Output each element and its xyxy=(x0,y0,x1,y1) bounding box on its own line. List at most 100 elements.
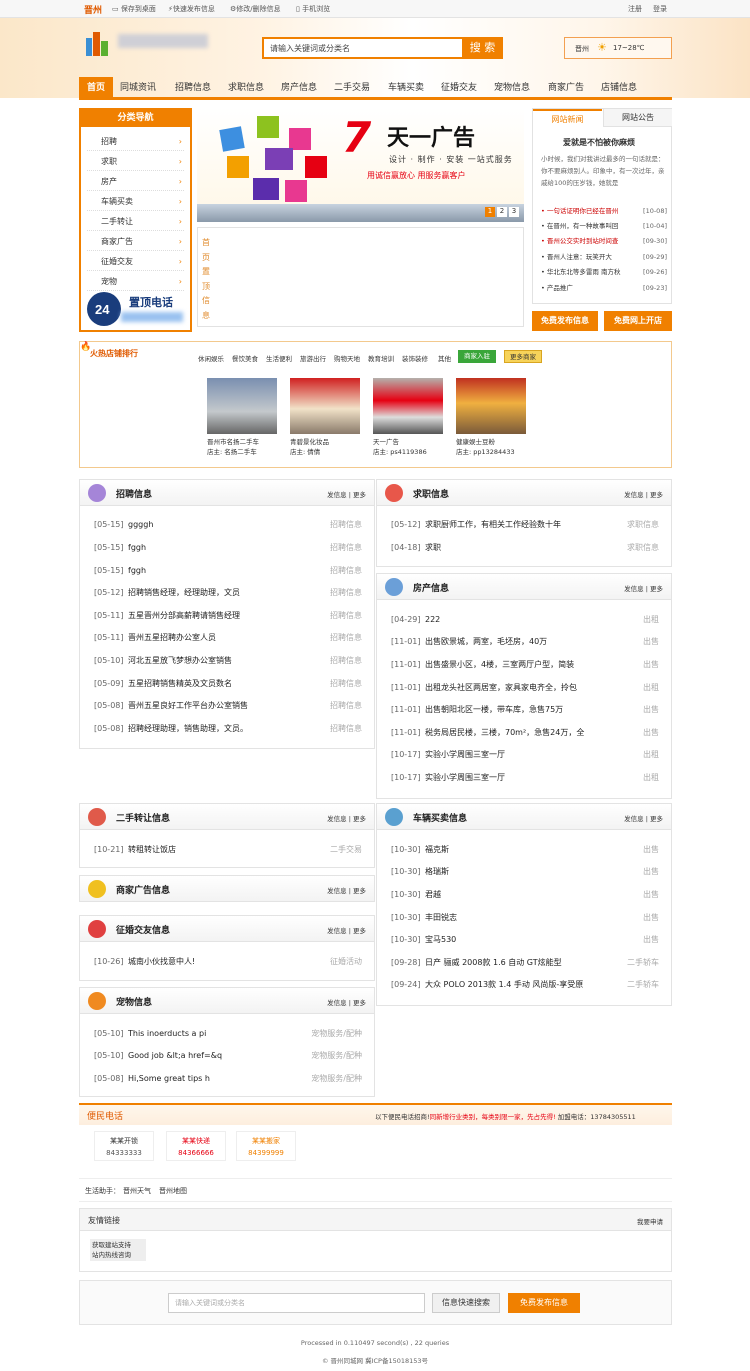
list-item[interactable]: [11-01] 出租龙头社区两居室，家具家电齐全，拎包 出租 xyxy=(377,677,671,699)
quick-post-link[interactable]: ⚡快速发布信息 xyxy=(168,4,215,14)
list-item[interactable]: [09-24] 大众 POLO 2013款 1.4 手动 风尚版-享受原 二手轿车 xyxy=(377,974,671,996)
list-item[interactable]: [05-08] 晋州五星良好工作平台办公室销售 招聘信息 xyxy=(80,695,374,717)
more-link[interactable]: 发信息 | 更多 xyxy=(327,997,366,1007)
category-item[interactable]: 二手转让 › xyxy=(87,212,184,231)
list-item[interactable]: [04-18] 求职 求职信息 xyxy=(377,537,671,559)
shop-card[interactable]: 青碧景化妆品 店主: 倩倩 xyxy=(290,378,360,456)
banner-page-1[interactable]: 1 xyxy=(485,207,495,217)
hotline-card[interactable]: 某某开锁 84333333 xyxy=(94,1131,154,1161)
news-item[interactable]: • 华北东北等多雷雨 南方秋 [09-26] xyxy=(541,265,667,280)
more-link[interactable]: 发信息 | 更多 xyxy=(327,813,366,823)
list-item[interactable]: [05-10] 河北五星放飞梦想办公室销售 招聘信息 xyxy=(80,650,374,672)
category-item[interactable]: 征婚交友 › xyxy=(87,252,184,271)
more-link[interactable]: 发信息 | 更多 xyxy=(624,813,663,823)
news-item[interactable]: • 产品推广 [09-23] xyxy=(541,281,667,296)
category-item[interactable]: 招聘 › xyxy=(87,132,184,151)
list-item[interactable]: [10-30] 格瑞斯 出售 xyxy=(377,861,671,883)
list-item[interactable]: [10-30] 福克斯 出售 xyxy=(377,839,671,861)
list-item[interactable]: [05-08] Hi,Some great tips h 宠物服务/配种 xyxy=(80,1068,374,1090)
bottom-post-button[interactable]: 免费发布信息 xyxy=(508,1293,580,1313)
friend-link-item[interactable]: 获取建站支持 站内热线咨询 xyxy=(90,1239,146,1261)
more-merchants-button[interactable]: 更多商家 xyxy=(504,350,542,363)
news-item[interactable]: • 一句话证明你已经在晋州 [10-08] xyxy=(541,204,667,219)
list-item[interactable]: [05-08] 招聘经理助理，销售助理，文员。 招聘信息 xyxy=(80,718,374,740)
mobile-link[interactable]: ▯ 手机浏览 xyxy=(296,4,330,14)
city-name[interactable]: 晋州 xyxy=(84,3,102,16)
list-item[interactable]: [10-17] 实验小学周围三室一厅 出租 xyxy=(377,767,671,789)
news-item[interactable]: • 晋州人注意：玩笑开大 [09-29] xyxy=(541,250,667,265)
list-item[interactable]: [05-15] ggggh 招聘信息 xyxy=(80,514,374,536)
list-item[interactable]: [09-28] 日产 骊威 2008款 1.6 自动 GT炫能型 二手轿车 xyxy=(377,952,671,974)
list-item[interactable]: [05-12] 求职厨师工作，有相关工作经验数十年 求职信息 xyxy=(377,514,671,536)
list-item[interactable]: [11-01] 出售朝阳北区一楼，带车库，急售75万 出售 xyxy=(377,699,671,721)
nav-car[interactable]: 车辆买卖 xyxy=(388,77,424,99)
list-item[interactable]: [05-11] 晋州五星招聘办公室人员 招聘信息 xyxy=(80,627,374,649)
list-item[interactable]: [11-01] 出售盛景小区，4楼，三室两厅户型，简装 出售 xyxy=(377,654,671,676)
shop-tag[interactable]: 装饰装修 xyxy=(402,353,428,363)
apply-link[interactable]: 我要申请 xyxy=(637,1216,663,1226)
banner-page-3[interactable]: 3 xyxy=(509,207,519,217)
weather-link[interactable]: 晋州天气 xyxy=(123,1179,151,1203)
list-item[interactable]: [11-01] 税务局居民楼，三楼，70m²，急售24万，全 出售 xyxy=(377,722,671,744)
search-button[interactable]: 搜 索 xyxy=(462,37,503,59)
news-item[interactable]: • 在晋州，有一种故事叫回 [10-04] xyxy=(541,219,667,234)
news-headline[interactable]: 爱就是不怕被你麻烦 xyxy=(563,137,635,148)
shop-tag[interactable]: 购物天地 xyxy=(334,353,360,363)
nav-pets[interactable]: 宠物信息 xyxy=(494,77,530,99)
save-desktop-link[interactable]: ▭ 保存到桌面 xyxy=(112,4,156,14)
shop-tag[interactable]: 休闲娱乐 xyxy=(198,353,224,363)
list-item[interactable]: [10-30] 君越 出售 xyxy=(377,884,671,906)
list-item[interactable]: [04-29] 222 出租 xyxy=(377,609,671,631)
weather-widget[interactable]: 晋州 ☀ 17~28℃ xyxy=(564,37,672,59)
search-input[interactable]: 请输入关键词或分类名 xyxy=(270,43,350,54)
ad-banner[interactable]: 7 天一广告 设计 · 制作 · 安装 一站式服务 用诚信赢放心 用服务赢客户 … xyxy=(197,108,524,222)
shop-tag[interactable]: 旅游出行 xyxy=(300,353,326,363)
nav-ads[interactable]: 商家广告 xyxy=(548,77,584,99)
nav-jobs[interactable]: 招聘信息 xyxy=(175,77,211,99)
register-link[interactable]: 注册 xyxy=(628,4,642,14)
banner-page-2[interactable]: 2 xyxy=(497,207,507,217)
nav-home[interactable]: 首页 xyxy=(79,77,113,99)
shop-tag[interactable]: 生活便利 xyxy=(266,353,292,363)
list-item[interactable]: [10-26] 城南小伙找意中人! 征婚活动 xyxy=(80,951,374,973)
list-item[interactable]: [05-09] 五星招聘销售精英及文员数名 招聘信息 xyxy=(80,673,374,695)
nav-seek[interactable]: 求职信息 xyxy=(228,77,264,99)
list-item[interactable]: [05-10] Good job &lt;a href=&q 宠物服务/配种 xyxy=(80,1045,374,1067)
more-link[interactable]: 发信息 | 更多 xyxy=(624,583,663,593)
nav-dating[interactable]: 征婚交友 xyxy=(441,77,477,99)
free-post-button[interactable]: 免费发布信息 xyxy=(532,311,598,331)
shop-tag[interactable]: 其他 xyxy=(438,353,451,363)
tab-notice[interactable]: 网站公告 xyxy=(603,109,672,127)
category-item[interactable]: 房产 › xyxy=(87,172,184,191)
shop-tag[interactable]: 餐饮美食 xyxy=(232,353,258,363)
login-link[interactable]: 登录 xyxy=(653,4,667,14)
edit-delete-link[interactable]: ⚙修改/删除信息 xyxy=(230,4,281,14)
list-item[interactable]: [05-15] fggh 招聘信息 xyxy=(80,560,374,582)
shop-card[interactable]: 晋州市名扬二手车 店主: 名扬二手车 xyxy=(207,378,277,456)
category-item[interactable]: 车辆买卖 › xyxy=(87,192,184,211)
more-link[interactable]: 发信息 | 更多 xyxy=(327,489,366,499)
more-link[interactable]: 发信息 | 更多 xyxy=(624,489,663,499)
merchant-join-button[interactable]: 商家入驻 xyxy=(458,350,496,363)
category-item[interactable]: 求职 › xyxy=(87,152,184,171)
news-item[interactable]: • 晋州公交实时到站时间查 [09-30] xyxy=(541,234,667,249)
bottom-search-input[interactable]: 请输入关键词或分类名 xyxy=(168,1293,425,1313)
tab-news[interactable]: 网站新闻 xyxy=(533,109,602,127)
category-item[interactable]: 宠物 › xyxy=(87,272,184,291)
map-link[interactable]: 晋州地图 xyxy=(159,1179,187,1203)
nav-second[interactable]: 二手交易 xyxy=(334,77,370,99)
list-item[interactable]: [10-30] 丰田锐志 出售 xyxy=(377,907,671,929)
shop-tag[interactable]: 教育培训 xyxy=(368,353,394,363)
vertical-tab[interactable]: 首页置顶信息 xyxy=(202,236,212,323)
list-item[interactable]: [10-21] 转租转让饭店 二手交易 xyxy=(80,839,374,861)
nav-house[interactable]: 房产信息 xyxy=(281,77,317,99)
free-shop-button[interactable]: 免费网上开店 xyxy=(604,311,672,331)
nav-shops[interactable]: 店铺信息 xyxy=(601,77,637,99)
list-item[interactable]: [10-30] 宝马530 出售 xyxy=(377,929,671,951)
more-link[interactable]: 发信息 | 更多 xyxy=(327,885,366,895)
logo-icon[interactable] xyxy=(84,30,110,58)
list-item[interactable]: [05-15] fggh 招聘信息 xyxy=(80,537,374,559)
list-item[interactable]: [05-10] This inoerducts a pi 宠物服务/配种 xyxy=(80,1023,374,1045)
list-item[interactable]: [05-11] 五星晋州分部高薪聘请销售经理 招聘信息 xyxy=(80,605,374,627)
list-item[interactable]: [11-01] 出售欧景城，两室，毛坯房，40万 出售 xyxy=(377,631,671,653)
